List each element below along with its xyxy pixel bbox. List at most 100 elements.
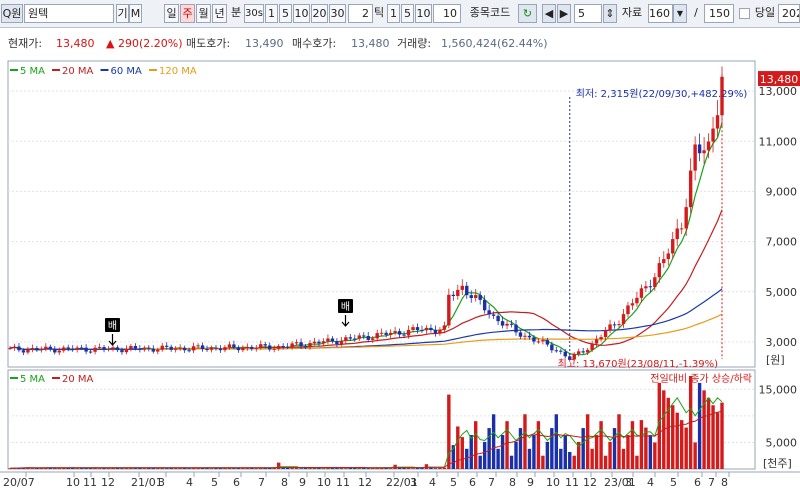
count-select[interactable]: 160 <box>648 4 673 23</box>
volume-bar <box>644 427 648 469</box>
candle-body <box>420 330 424 332</box>
volume-bar <box>514 441 518 469</box>
down-arrow-icon <box>341 315 350 327</box>
candle-body <box>236 347 241 351</box>
date-input[interactable]: 202 <box>778 4 800 23</box>
candle-body <box>62 347 66 351</box>
sameday-label: 당일 <box>754 6 776 19</box>
next-arrow-icon[interactable]: ▶ <box>557 4 571 23</box>
candle-body <box>639 288 644 298</box>
volume-bar <box>53 468 57 469</box>
tick-1-button[interactable]: 1 <box>387 4 400 23</box>
price-panel-frame <box>7 60 756 368</box>
candle-body <box>505 323 509 326</box>
candle-body <box>532 337 536 342</box>
tick-input[interactable]: 2 <box>348 4 373 23</box>
volume-bar <box>626 434 630 469</box>
volume-note: 전일대비 종가 상승/하락 <box>650 372 752 385</box>
candle-body <box>53 348 57 353</box>
x-tick-label: 10 <box>546 476 560 489</box>
toggle-m-button[interactable]: M <box>129 4 142 23</box>
tick-10-input[interactable]: 10 <box>433 4 461 23</box>
volume-bar <box>469 434 473 469</box>
volume-bar <box>366 468 370 469</box>
x-tick-label: 12 <box>583 476 597 489</box>
candle-body <box>626 305 630 315</box>
high-annotation: 최고: 13,670원(23/08/11,-1.39%) <box>558 358 719 370</box>
candle-body <box>142 347 147 350</box>
ask-price-value: 13,490 <box>245 37 284 50</box>
volume-bar <box>639 420 644 469</box>
tick-10-button[interactable]: 10 <box>415 4 432 23</box>
volume-bar <box>75 468 79 469</box>
candle-body <box>375 333 379 339</box>
x-tick-label: 7 <box>708 476 715 489</box>
candle-body <box>366 335 370 340</box>
period-month-button[interactable]: 월 <box>196 4 211 23</box>
chevron-down-icon[interactable]: ▼ <box>673 4 687 23</box>
candle-body <box>39 349 44 351</box>
minute-30s-button[interactable]: 30s <box>244 4 264 23</box>
chart-grid <box>8 90 755 443</box>
period-year-button[interactable]: 년 <box>212 4 227 23</box>
volume-bar <box>465 448 469 469</box>
price-tick-label: 11,000 <box>759 135 798 148</box>
x-tick-label: 7 <box>258 476 265 489</box>
prev-arrow-icon[interactable]: ◀ <box>542 4 556 23</box>
candle-body <box>48 346 53 349</box>
stock-chart[interactable]: 3,000 5,000 7,000 9,000 11,000 13,000 [원] 5,000… <box>0 57 800 489</box>
candle-body <box>209 347 214 350</box>
candle-body <box>133 346 138 349</box>
candle-body <box>12 346 17 349</box>
volume-bar <box>321 468 326 469</box>
volume-bar <box>165 468 169 469</box>
candle-body <box>706 141 711 151</box>
candle-body <box>711 128 715 142</box>
candle-body <box>612 324 617 326</box>
price-unit-label: [원] <box>766 353 785 366</box>
step-input[interactable]: 5 <box>574 4 602 23</box>
candle-body <box>335 341 339 345</box>
candle-body <box>684 207 688 229</box>
refresh-icon[interactable]: ↻ <box>518 4 537 23</box>
x-tick-label: 8 <box>721 476 728 489</box>
minute-5-button[interactable]: 5 <box>279 4 292 23</box>
candle-body <box>317 341 321 344</box>
candle-body <box>474 295 478 298</box>
stock-name-input[interactable]: 원텍 <box>24 4 114 23</box>
chart-annotations: 5 MA 20 MA 60 MA 120 MA 5 MA 20 MA 최저: 2,315원(… <box>10 66 752 385</box>
toggle-gi-button[interactable]: 기 <box>116 4 129 23</box>
total-input[interactable]: 150 <box>704 4 734 23</box>
candle-body <box>169 346 173 350</box>
candle-body <box>456 289 460 297</box>
candle-body <box>21 350 26 353</box>
period-day-button[interactable]: 일 <box>164 4 179 23</box>
volume-bar <box>460 437 464 469</box>
price-tick-label: 9,000 <box>766 185 798 198</box>
search-button[interactable]: Q원 <box>1 4 23 23</box>
x-tick-label: 11 <box>565 476 579 489</box>
volume-bar <box>563 434 567 469</box>
candle-body <box>344 337 348 341</box>
volume-bar <box>527 448 532 469</box>
candle-body <box>93 347 97 352</box>
minute-1-button[interactable]: 1 <box>265 4 278 23</box>
minute-10-button[interactable]: 10 <box>293 4 310 23</box>
x-tick-label: 5 <box>450 476 457 489</box>
candle-body <box>509 323 514 325</box>
volume-bar <box>433 468 438 469</box>
low-annotation: 최저: 2,315원(22/09/30,+482.29%) <box>576 88 748 100</box>
candle-body <box>160 345 164 350</box>
spin-icon[interactable]: ⇕ <box>603 4 617 23</box>
volume-bar <box>612 428 617 469</box>
candle-body <box>487 310 491 315</box>
volume-bar <box>509 455 514 469</box>
volume-bar <box>344 468 348 469</box>
tick-5-button[interactable]: 5 <box>401 4 414 23</box>
minute-30-button[interactable]: 30 <box>329 4 346 23</box>
candle-body <box>120 350 124 353</box>
period-week-button[interactable]: 주 <box>180 4 195 23</box>
minute-20-button[interactable]: 20 <box>311 4 328 23</box>
candle-body <box>491 314 496 316</box>
sameday-checkbox[interactable] <box>739 8 750 19</box>
